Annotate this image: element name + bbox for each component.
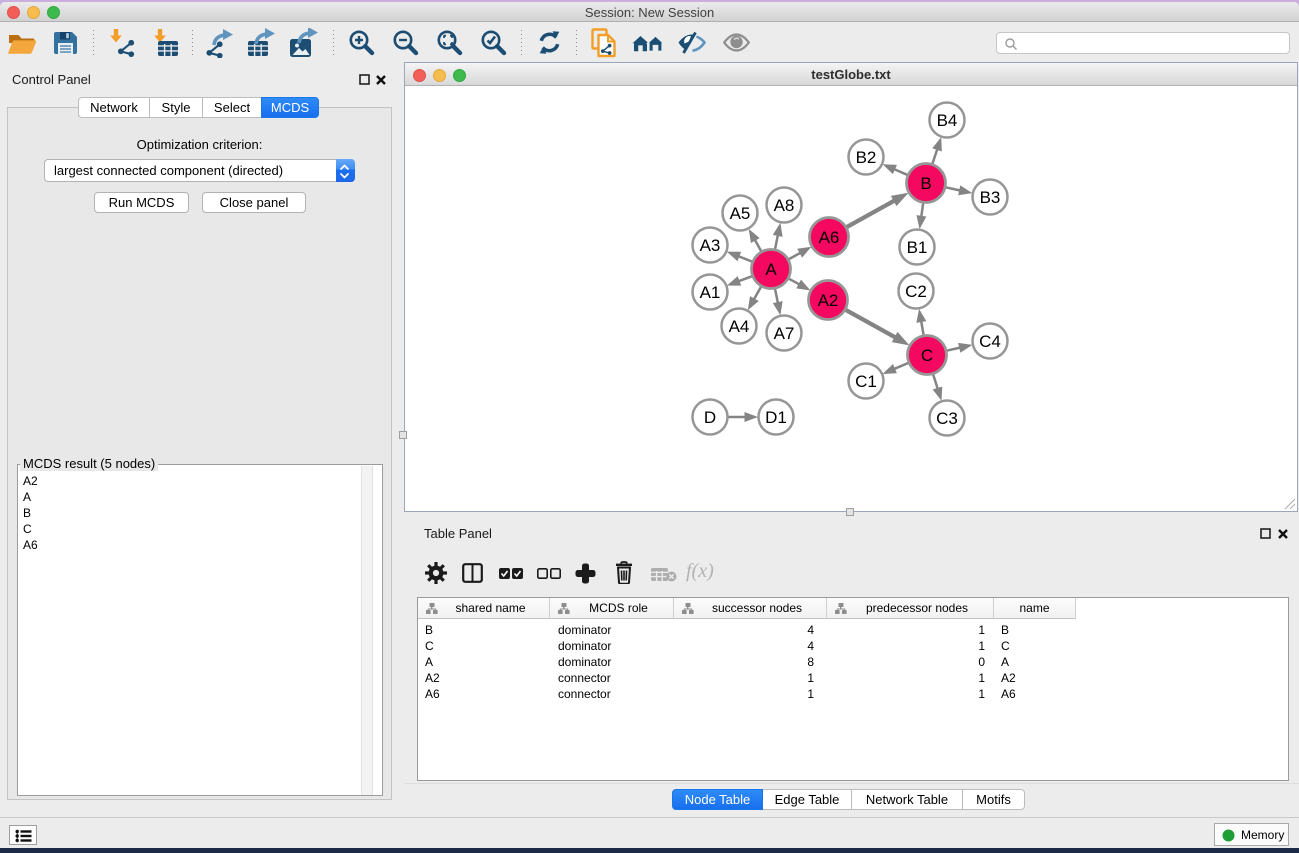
svg-text:A7: A7 — [774, 324, 795, 343]
svg-text:D: D — [704, 408, 716, 427]
svg-text:A6: A6 — [819, 228, 840, 247]
svg-text:A: A — [765, 260, 777, 279]
svg-text:D1: D1 — [765, 408, 787, 427]
svg-text:A8: A8 — [774, 196, 795, 215]
svg-text:B: B — [920, 174, 931, 193]
svg-text:A1: A1 — [700, 283, 721, 302]
svg-text:A4: A4 — [729, 317, 750, 336]
svg-text:B4: B4 — [937, 111, 958, 130]
svg-text:B1: B1 — [907, 238, 928, 257]
svg-text:A2: A2 — [818, 291, 839, 310]
svg-text:C: C — [921, 346, 933, 365]
svg-text:C4: C4 — [979, 332, 1001, 351]
svg-text:A5: A5 — [730, 204, 751, 223]
svg-text:B2: B2 — [856, 148, 877, 167]
svg-text:A3: A3 — [700, 236, 721, 255]
svg-text:C3: C3 — [936, 409, 958, 428]
svg-text:B3: B3 — [980, 188, 1001, 207]
svg-text:C1: C1 — [855, 372, 877, 391]
svg-text:C2: C2 — [905, 282, 927, 301]
